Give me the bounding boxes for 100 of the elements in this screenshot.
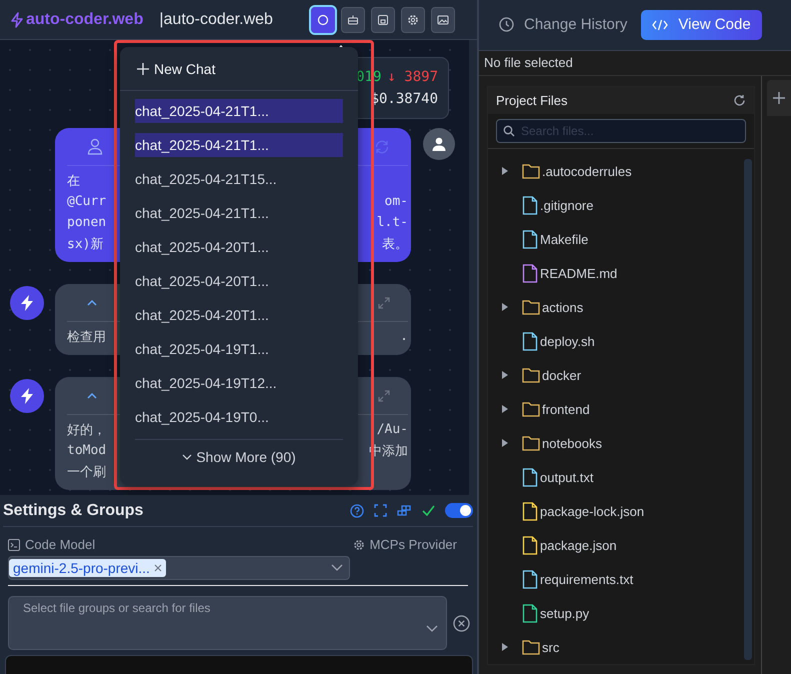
file-name[interactable]: requirements.txt [540,572,634,586]
scrollbar[interactable] [744,159,752,660]
folder-name[interactable]: notebooks [542,436,602,450]
status-text: No file selected [479,50,791,76]
panel-title: Project Files [496,93,568,108]
chevron-down-icon [426,625,438,633]
robot-button[interactable] [341,6,365,32]
chat-item[interactable]: chat_2025-04-21T1... [135,201,343,225]
chat-item[interactable]: chat_2025-04-19T0... [135,405,343,429]
message-text: toMod [67,443,106,458]
file-name[interactable]: Makefile [540,232,588,246]
expand-arrow-icon[interactable] [502,167,508,175]
settings-button[interactable] [401,6,425,32]
code-icon [652,18,668,31]
expand-arrow-icon[interactable] [502,303,508,311]
settings-icon [407,14,419,26]
message-text: ponen [67,215,106,230]
message-text: 表。 [382,236,408,252]
fullscreen-icon[interactable] [374,504,387,517]
chat-item[interactable]: chat_2025-04-21T1... [135,99,343,123]
usage-stat: ↓ 3897 [387,69,438,85]
file-groups-select[interactable]: Select file groups or search for files [8,596,447,650]
terminal-icon [8,538,20,550]
clock-icon [499,17,514,32]
chat-item[interactable]: chat_2025-04-21T15... [135,167,343,191]
model-tag: gemini-2.5-pro-previ... [9,559,166,577]
folder-name[interactable]: frontend [542,402,590,416]
chevron-down-icon [331,564,343,572]
search-icon [503,125,515,137]
save-icon [377,14,389,26]
person-icon [87,138,103,155]
message-text: @Curr [67,194,106,209]
message-text: 好的， [67,422,106,438]
plus-icon [137,62,149,74]
folder-icon [522,639,540,655]
message-text: /Au- [376,422,408,437]
message-text: . [400,329,408,344]
chat-button[interactable] [311,6,335,32]
avatar-icon [423,128,455,160]
chevron-up-icon[interactable] [87,392,97,399]
chat-item[interactable]: chat_2025-04-19T1... [135,337,343,361]
placeholder-text: Select file groups or search for files [23,601,210,617]
folder-icon [522,163,540,179]
view-code-button[interactable]: View Code [641,10,762,40]
expand-arrow-icon[interactable] [502,405,508,413]
file-name[interactable]: package-lock.json [540,504,644,518]
folder-name[interactable]: .autocoderrules [542,164,632,178]
file-name[interactable]: setup.py [540,606,590,620]
close-icon[interactable] [154,564,162,572]
file-name[interactable]: deploy.sh [540,334,595,348]
app-logo: auto-coder.web [26,10,144,28]
chat-bubble-icon [317,14,329,26]
folder-icon [522,367,540,383]
toggle-switch[interactable] [445,503,473,518]
chat-item[interactable]: chat_2025-04-20T1... [135,235,343,259]
help-icon[interactable] [350,504,364,518]
folder-name[interactable]: actions [542,300,584,314]
save-button[interactable] [371,6,395,32]
gear-icon [352,538,365,550]
message-text: 一个刷 [67,464,106,480]
message-text: 在 [67,172,80,190]
bolt-icon [10,12,24,28]
image-icon [437,14,449,26]
folder-name[interactable]: src [542,640,560,654]
chevron-down-icon [182,454,192,460]
chat-item[interactable]: chat_2025-04-21T1... [135,133,343,157]
message-text: 检查用 [67,328,106,346]
bolt-icon [10,286,44,320]
folder-icon [522,401,540,417]
code-model-label: Code Model [25,537,96,552]
bolt-icon [10,379,44,413]
mcps-provider-label: MCPs Provider [370,537,457,552]
chat-item[interactable]: chat_2025-04-20T1... [135,269,343,293]
model-select[interactable]: gemini-2.5-pro-previ... [8,556,350,580]
folder-name[interactable]: docker [542,368,582,382]
chat-item[interactable]: chat_2025-04-19T12... [135,371,343,395]
expand-arrow-icon[interactable] [502,439,508,447]
blocks-icon[interactable] [397,504,412,516]
chat-item[interactable]: chat_2025-04-20T1... [135,303,343,327]
folder-icon [522,299,540,315]
message-text: l.t- [376,215,408,230]
message-text: om- [384,194,408,209]
file-name[interactable]: README.md [540,266,618,280]
refresh-icon[interactable] [733,94,746,107]
file-name[interactable]: output.txt [540,470,594,484]
robot-icon [347,14,359,26]
cost-text: $0.38740 [370,91,438,107]
file-name[interactable]: .gitignore [540,198,594,212]
image-button[interactable] [431,6,455,32]
expand-arrow-icon[interactable] [502,643,508,651]
settings-title: Settings & Groups [3,502,144,520]
file-name[interactable]: package.json [540,538,617,552]
change-history-tab[interactable]: Change History [499,16,628,34]
new-chat-button[interactable]: New Chat [137,47,216,90]
expand-arrow-icon[interactable] [502,371,508,379]
add-tab-icon[interactable] [767,80,791,116]
clear-icon[interactable] [453,614,470,632]
folder-icon [522,435,540,451]
show-more-button[interactable]: Show More (90) [182,448,296,464]
chevron-up-icon[interactable] [87,299,97,306]
